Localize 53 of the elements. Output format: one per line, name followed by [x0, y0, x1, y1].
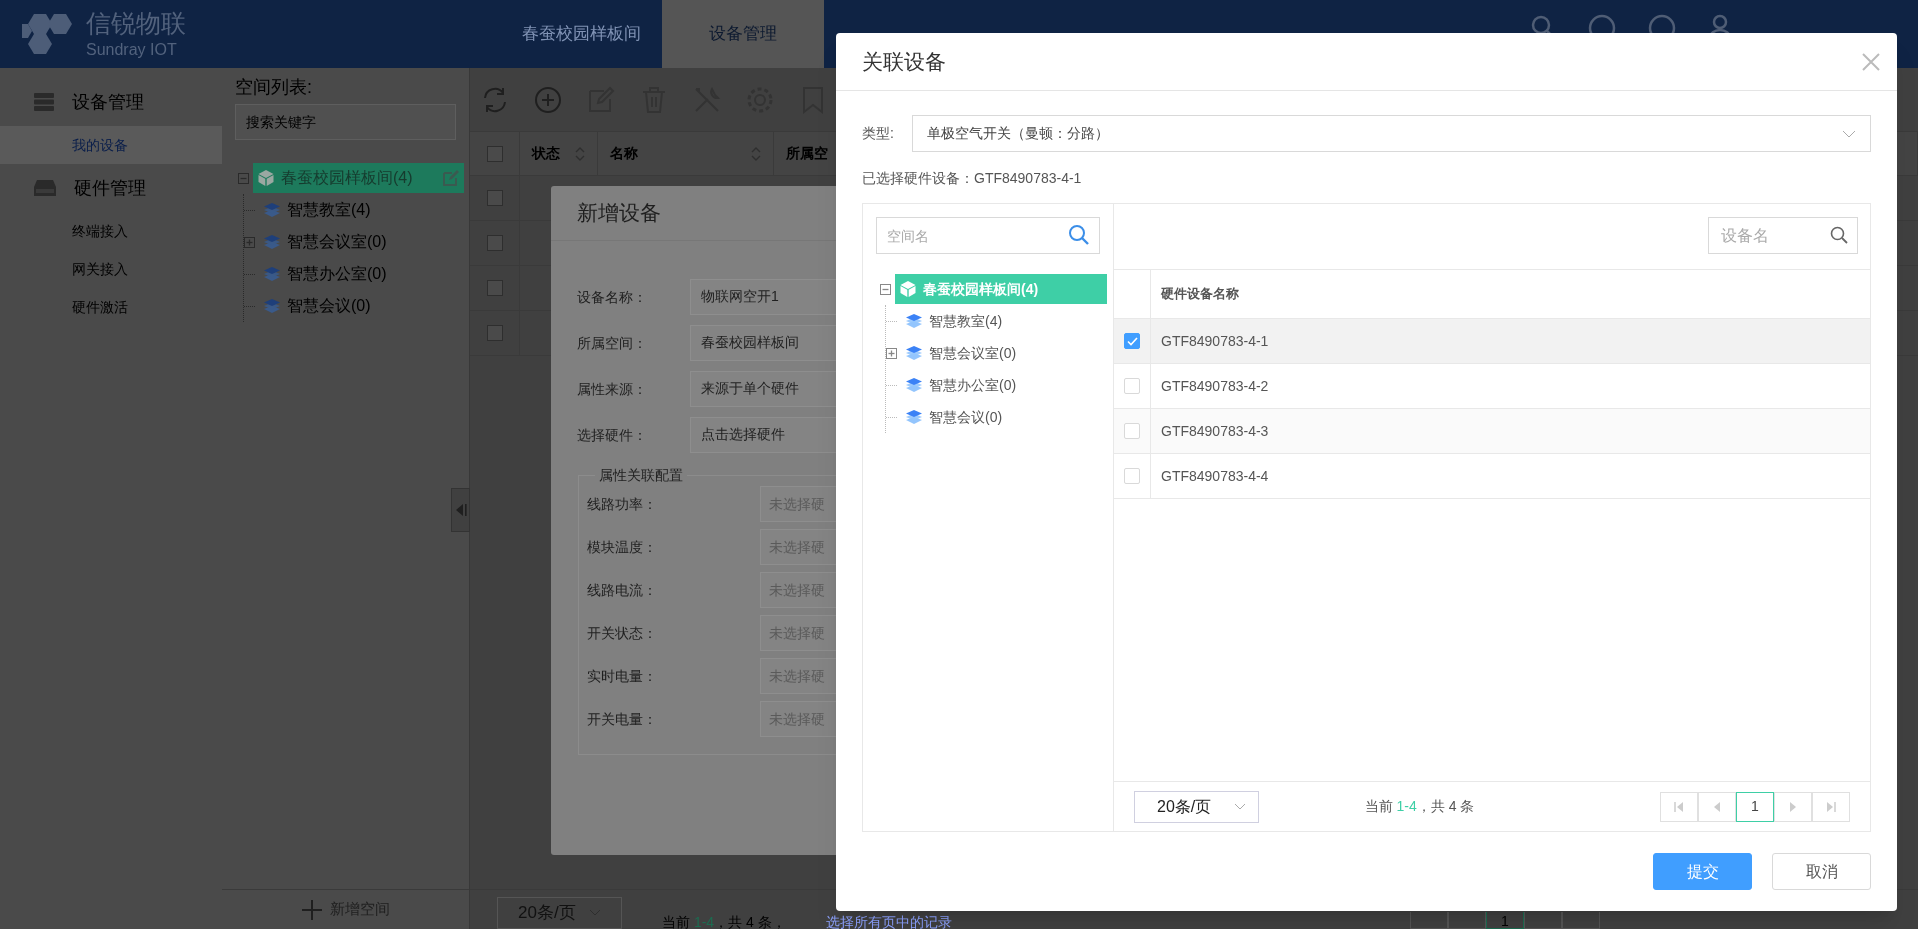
- sidebar-item[interactable]: 网关接入: [0, 250, 222, 288]
- dialog-title: 关联设备: [862, 48, 946, 75]
- logo-title: 信锐物联: [86, 8, 186, 40]
- table-row[interactable]: GTF8490783-4-3: [1114, 409, 1870, 454]
- page-button[interactable]: 1: [1486, 912, 1524, 929]
- sidebar-item[interactable]: 我的设备: [0, 126, 222, 164]
- nav-tab[interactable]: 春蚕校园样板间: [500, 0, 662, 68]
- table-cell-text: GTF8490783-4-4: [1161, 466, 1269, 486]
- field-label: 选择硬件：: [577, 425, 648, 445]
- fieldset-legend: 属性关联配置: [595, 465, 687, 486]
- column-header: 硬件设备名称: [1161, 285, 1239, 304]
- sidebar-group-title[interactable]: 硬件管理: [74, 174, 146, 202]
- column-header[interactable]: 状态: [532, 143, 560, 164]
- select-all-link[interactable]: 选择所有页中的记录: [825, 914, 952, 929]
- table-cell-text: GTF8490783-4-2: [1161, 376, 1269, 396]
- field-label: 属性来源：: [577, 379, 648, 399]
- nav-tab[interactable]: 设备管理: [662, 0, 824, 68]
- tree-node[interactable]: 智慧办公室(0): [259, 259, 391, 289]
- tree-node[interactable]: 智慧教室(4): [259, 195, 375, 225]
- sidebar-item[interactable]: 硬件激活: [0, 288, 222, 326]
- table-row[interactable]: GTF8490783-4-4: [1114, 454, 1870, 499]
- field-label: 类型:: [862, 124, 895, 143]
- sidebar-item[interactable]: 终端接入: [0, 212, 222, 250]
- tree-node[interactable]: 春蚕校园样板间(4): [895, 274, 1107, 304]
- table-cell-text: GTF8490783-4-1: [1161, 331, 1269, 351]
- column-header[interactable]: 所属空: [786, 143, 828, 164]
- selected-hardware-text: 已选择硬件设备：GTF8490783-4-1: [862, 169, 1083, 188]
- pagination-summary: 当前 1-4，共 4 条: [1364, 797, 1475, 816]
- logo-subtitle: Sundray IOT: [86, 39, 178, 60]
- field-label: 线路电流：: [587, 580, 658, 600]
- field-label: 模块温度：: [587, 537, 658, 557]
- tree-node[interactable]: 智慧会议(0): [259, 291, 375, 321]
- sidebar-group-title[interactable]: 设备管理: [72, 88, 144, 116]
- type-select[interactable]: 单极空气开关（曼顿：分路）: [912, 115, 1871, 152]
- tree-node[interactable]: 智慧会议室(0): [259, 227, 391, 257]
- table-row[interactable]: GTF8490783-4-1: [1114, 319, 1870, 364]
- field-label: 开关电量：: [587, 709, 658, 729]
- page-button[interactable]: 1: [1736, 791, 1774, 822]
- field-label: 设备名称：: [577, 287, 648, 307]
- table-row[interactable]: GTF8490783-4-2: [1114, 364, 1870, 409]
- field-label: 开关状态：: [587, 623, 658, 643]
- panel-title: 空间列表:: [235, 76, 313, 99]
- submit-button[interactable]: 提交: [1653, 853, 1752, 890]
- cancel-button[interactable]: 取消: [1772, 853, 1871, 890]
- tree-node[interactable]: 春蚕校园样板间(4): [253, 163, 464, 193]
- field-label: 实时电量：: [587, 666, 658, 686]
- column-header[interactable]: 名称: [610, 143, 638, 164]
- page-size-select[interactable]: 20条/页: [1134, 790, 1259, 823]
- field-label: 线路功率：: [587, 494, 658, 514]
- dialog-title: 新增设备: [577, 200, 661, 227]
- table-cell-text: GTF8490783-4-3: [1161, 421, 1269, 441]
- field-label: 所属空间：: [577, 333, 648, 353]
- search-field[interactable]: 搜索关键字: [235, 104, 456, 140]
